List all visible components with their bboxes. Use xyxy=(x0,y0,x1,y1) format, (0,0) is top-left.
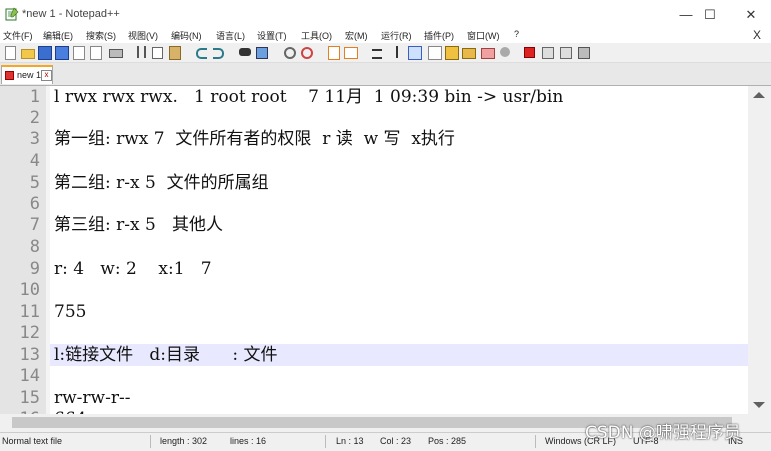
menu-bar: 文件(F) 编辑(E) 搜索(S) 视图(V) 编码(N) 语言(L) 设置(T… xyxy=(0,28,771,43)
tab-close-icon[interactable]: x xyxy=(41,70,52,81)
menu-settings[interactable]: 设置(T) xyxy=(257,29,287,42)
line-number: 11 xyxy=(19,302,40,322)
sync-horizontal-icon[interactable] xyxy=(343,45,358,59)
code-line: r: 4 w: 2 x:1 7 xyxy=(54,259,212,279)
close-all-icon[interactable] xyxy=(88,45,102,60)
menu-search[interactable]: 搜索(S) xyxy=(86,29,116,42)
editor-area[interactable]: 1 2 3 4 5 6 7 8 9 10 11 12 13 14 15 16 l… xyxy=(0,86,748,414)
line-number: 14 xyxy=(19,366,40,386)
cut-icon[interactable] xyxy=(133,45,147,59)
line-number: 3 xyxy=(29,129,40,149)
line-number: 10 xyxy=(19,280,40,300)
status-col: Col : 23 xyxy=(380,436,412,446)
code-line: l:链接文件 d:目录 : 文件 xyxy=(54,345,278,365)
scroll-up-icon[interactable] xyxy=(753,92,765,98)
menu-window[interactable]: 窗口(W) xyxy=(467,29,500,42)
code-line: 第二组: r-x 5 文件的所属组 xyxy=(54,173,269,193)
status-length: length : 302 xyxy=(160,436,208,446)
code-line: 第三组: r-x 5 其他人 xyxy=(54,215,224,235)
line-number: 9 xyxy=(29,259,40,279)
status-separator xyxy=(535,435,536,448)
zoom-out-icon[interactable] xyxy=(299,45,313,59)
notepad-plus-plus-logo-icon xyxy=(5,7,19,21)
menu-file[interactable]: 文件(F) xyxy=(3,29,33,42)
play-macro-icon[interactable] xyxy=(540,45,554,59)
line-number: 8 xyxy=(29,237,40,257)
folder-workspace-icon[interactable] xyxy=(461,45,476,59)
menu-run[interactable]: 运行(R) xyxy=(381,29,412,42)
redo-icon[interactable] xyxy=(211,45,225,59)
status-separator xyxy=(325,435,326,448)
code-line: 第一组: rwx 7 文件所有者的权限 r 读 w 写 x执行 xyxy=(54,129,455,149)
status-lines: lines : 16 xyxy=(230,436,267,446)
close-document-icon[interactable]: X xyxy=(753,28,761,42)
maximize-button[interactable]: ☐ xyxy=(690,4,730,26)
stop-record-icon[interactable] xyxy=(522,45,536,59)
close-window-button[interactable]: ✕ xyxy=(731,4,771,26)
status-pos: Pos : 285 xyxy=(428,436,467,446)
menu-edit[interactable]: 编辑(E) xyxy=(43,29,73,42)
doc-map-icon[interactable] xyxy=(427,45,442,60)
toolbar xyxy=(0,43,771,63)
line-number: 5 xyxy=(29,173,40,193)
status-ln: Ln : 13 xyxy=(336,436,364,446)
copy-icon[interactable] xyxy=(150,45,164,59)
replace-icon[interactable] xyxy=(255,45,269,59)
tab-label: new 1 xyxy=(17,70,42,80)
menu-tools[interactable]: 工具(O) xyxy=(301,29,332,42)
sync-vertical-icon[interactable] xyxy=(326,45,340,60)
scroll-down-icon[interactable] xyxy=(753,402,765,408)
line-number: 7 xyxy=(29,215,40,235)
line-number: 2 xyxy=(29,108,40,128)
open-file-icon[interactable] xyxy=(20,45,35,59)
line-number: 13 xyxy=(19,345,40,365)
indent-guide-icon[interactable] xyxy=(407,45,422,60)
line-number: 4 xyxy=(29,151,40,171)
menu-language[interactable]: 语言(L) xyxy=(216,29,245,42)
status-separator xyxy=(150,435,151,448)
word-wrap-icon[interactable] xyxy=(370,45,384,59)
tab-new-1[interactable]: new 1 x xyxy=(1,65,53,84)
menu-macro[interactable]: 宏(M) xyxy=(345,29,368,42)
title-bar: *new 1 - Notepad++ — ☐ ✕ xyxy=(0,0,771,28)
csdn-watermark: CSDN @啸强程序员 xyxy=(585,423,741,443)
find-icon[interactable] xyxy=(238,45,252,59)
save-macro-icon[interactable] xyxy=(576,45,590,59)
close-icon[interactable] xyxy=(71,45,85,60)
save-icon[interactable] xyxy=(37,45,52,60)
line-number: 6 xyxy=(29,194,40,214)
record-macro-icon[interactable] xyxy=(498,45,512,59)
line-number: 1 xyxy=(29,87,40,107)
code-line: 755 xyxy=(54,302,87,322)
monitoring-icon[interactable] xyxy=(480,45,495,59)
undo-icon[interactable] xyxy=(194,45,208,59)
function-list-icon[interactable] xyxy=(444,45,459,60)
menu-plugins[interactable]: 插件(P) xyxy=(424,29,454,42)
menu-encoding[interactable]: 编码(N) xyxy=(171,29,202,42)
new-file-icon[interactable] xyxy=(3,45,17,60)
code-line: rw-rw-r-- xyxy=(54,388,131,408)
line-number: 15 xyxy=(19,388,40,408)
save-all-icon[interactable] xyxy=(54,45,69,60)
unsaved-file-icon xyxy=(5,71,14,80)
zoom-in-icon[interactable] xyxy=(282,45,296,59)
menu-help[interactable]: ? xyxy=(514,29,519,39)
code-line: l rwx rwx rwx. 1 root root 7 11月 1 09:39… xyxy=(54,87,564,107)
tab-bar: new 1 x xyxy=(0,63,771,86)
status-file-type: Normal text file xyxy=(2,436,63,446)
window-title: *new 1 - Notepad++ xyxy=(22,8,120,20)
menu-view[interactable]: 视图(V) xyxy=(128,29,158,42)
show-all-chars-icon[interactable] xyxy=(387,45,401,59)
vertical-scrollbar[interactable] xyxy=(748,86,771,414)
print-icon[interactable] xyxy=(108,45,123,59)
run-macro-multiple-icon[interactable] xyxy=(558,45,572,59)
paste-icon[interactable] xyxy=(167,45,181,60)
line-number: 12 xyxy=(19,323,40,343)
